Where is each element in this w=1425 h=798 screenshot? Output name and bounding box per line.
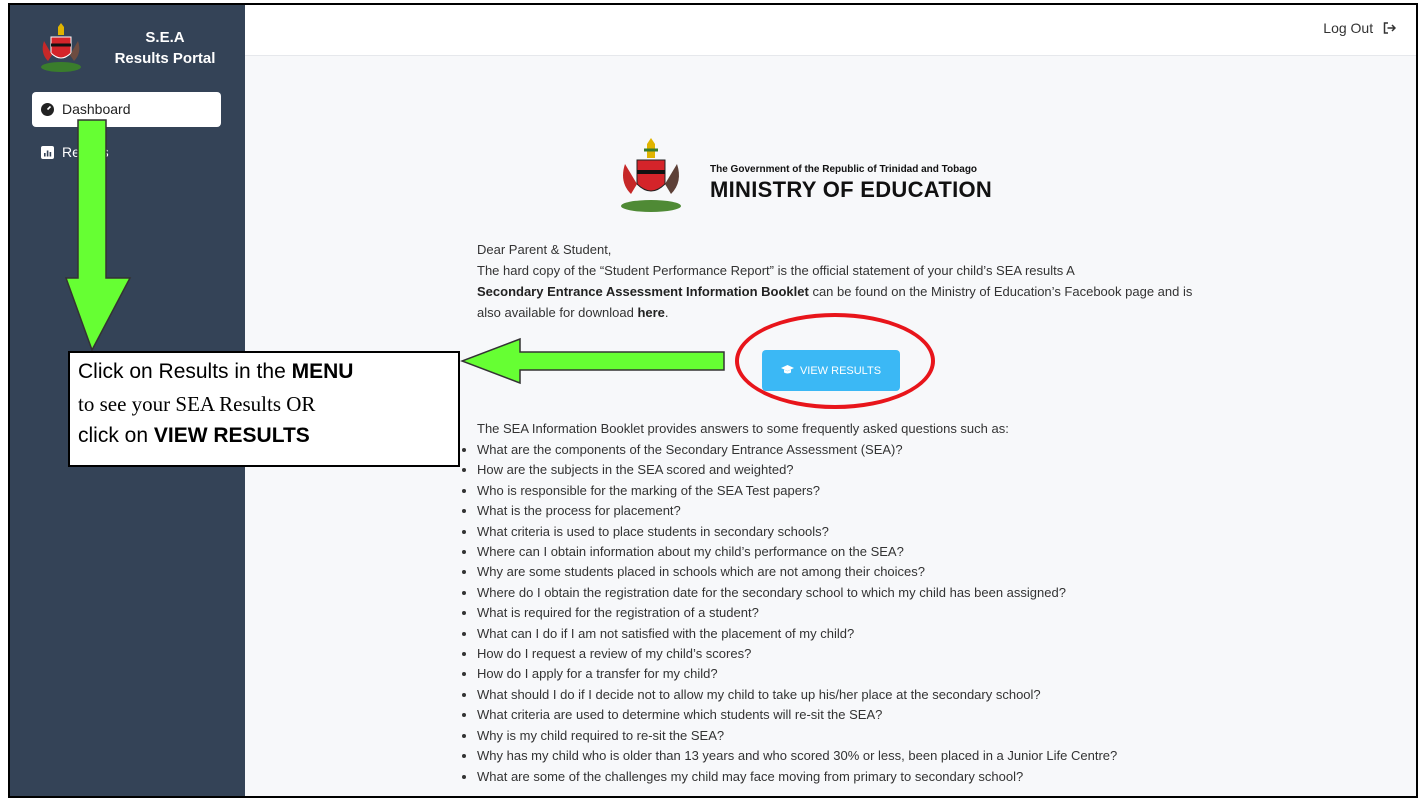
download-here-link[interactable]: here bbox=[637, 305, 664, 320]
ministry-coat-of-arms-logo bbox=[621, 138, 681, 212]
faq-item: What can I do if I am not satisfied with… bbox=[477, 624, 1117, 644]
faq-item: What should I do if I decide not to allo… bbox=[477, 685, 1117, 705]
annotation-highlight-circle bbox=[735, 313, 935, 409]
ministry-title: MINISTRY OF EDUCATION bbox=[710, 177, 993, 202]
letter-greeting: Dear Parent & Student, bbox=[477, 242, 612, 257]
ministry-subtitle: The Government of the Republic of Trinid… bbox=[710, 164, 978, 175]
faq-item: How do I apply for a transfer for my chi… bbox=[477, 664, 1117, 684]
faq-item: What is the process for placement? bbox=[477, 501, 1117, 521]
letter-body-3: . bbox=[664, 305, 669, 320]
chart-icon bbox=[41, 146, 54, 159]
callout-text: Click on Results in the bbox=[78, 360, 292, 383]
callout-bold: VIEW RESULTS bbox=[153, 424, 310, 447]
faq-item: How are the subjects in the SEA scored a… bbox=[477, 460, 1117, 480]
brand-title: S.E.A Results Portal bbox=[110, 27, 220, 69]
booklet-name: Secondary Entrance Assessment Informatio… bbox=[477, 284, 809, 299]
logout-label: Log Out bbox=[1323, 20, 1374, 36]
faq-item: What criteria is used to place students … bbox=[477, 522, 1117, 542]
coat-of-arms-logo bbox=[41, 23, 81, 72]
faq-item: What criteria are used to determine whic… bbox=[477, 705, 1117, 725]
callout-text: click on bbox=[78, 424, 154, 447]
faq-item: Where do I obtain the registration date … bbox=[477, 583, 1117, 603]
logout-icon bbox=[1383, 22, 1397, 34]
faq-item: What are the components of the Secondary… bbox=[477, 440, 1117, 460]
faq-intro: The SEA Information Booklet provides ans… bbox=[477, 421, 1009, 436]
sidebar-brand[interactable]: S.E.A Results Portal bbox=[10, 5, 245, 85]
callout-line-3: click on VIEW RESULTS bbox=[78, 420, 450, 452]
dashboard-icon bbox=[41, 103, 54, 116]
faq-item: What is required for the registration of… bbox=[477, 603, 1117, 623]
annotation-callout: Click on Results in the MENU to see your… bbox=[68, 351, 460, 467]
faq-item: What are some of the challenges my child… bbox=[477, 767, 1117, 787]
logout-button[interactable]: Log Out bbox=[1323, 20, 1397, 36]
letter-text: Dear Parent & Student, The hard copy of … bbox=[477, 239, 1197, 323]
brand-line-2: Results Portal bbox=[114, 50, 216, 67]
callout-line-2: to see your SEA Results OR bbox=[78, 392, 316, 416]
faq-item: Who is responsible for the marking of th… bbox=[477, 481, 1117, 501]
sidebar-item-label: Dashboard bbox=[62, 101, 131, 117]
faq-list: What are the components of the Secondary… bbox=[457, 440, 1117, 787]
faq-item: Why has my child who is older than 13 ye… bbox=[477, 746, 1117, 766]
faq-item: Why is my child required to re-sit the S… bbox=[477, 726, 1117, 746]
annotation-down-arrow bbox=[64, 119, 132, 352]
brand-line-1: S.E.A bbox=[145, 29, 185, 46]
faq-item: How do I request a review of my child’s … bbox=[477, 644, 1117, 664]
letter-body-1: The hard copy of the “Student Performanc… bbox=[477, 263, 1075, 278]
faq-item: Why are some students placed in schools … bbox=[477, 562, 1117, 582]
faq-item: Where can I obtain information about my … bbox=[477, 542, 1117, 562]
callout-line-1: Click on Results in the MENU bbox=[78, 356, 450, 388]
annotation-left-arrow bbox=[460, 337, 725, 385]
top-bar: Log Out bbox=[245, 5, 1416, 56]
callout-bold: MENU bbox=[291, 360, 354, 383]
